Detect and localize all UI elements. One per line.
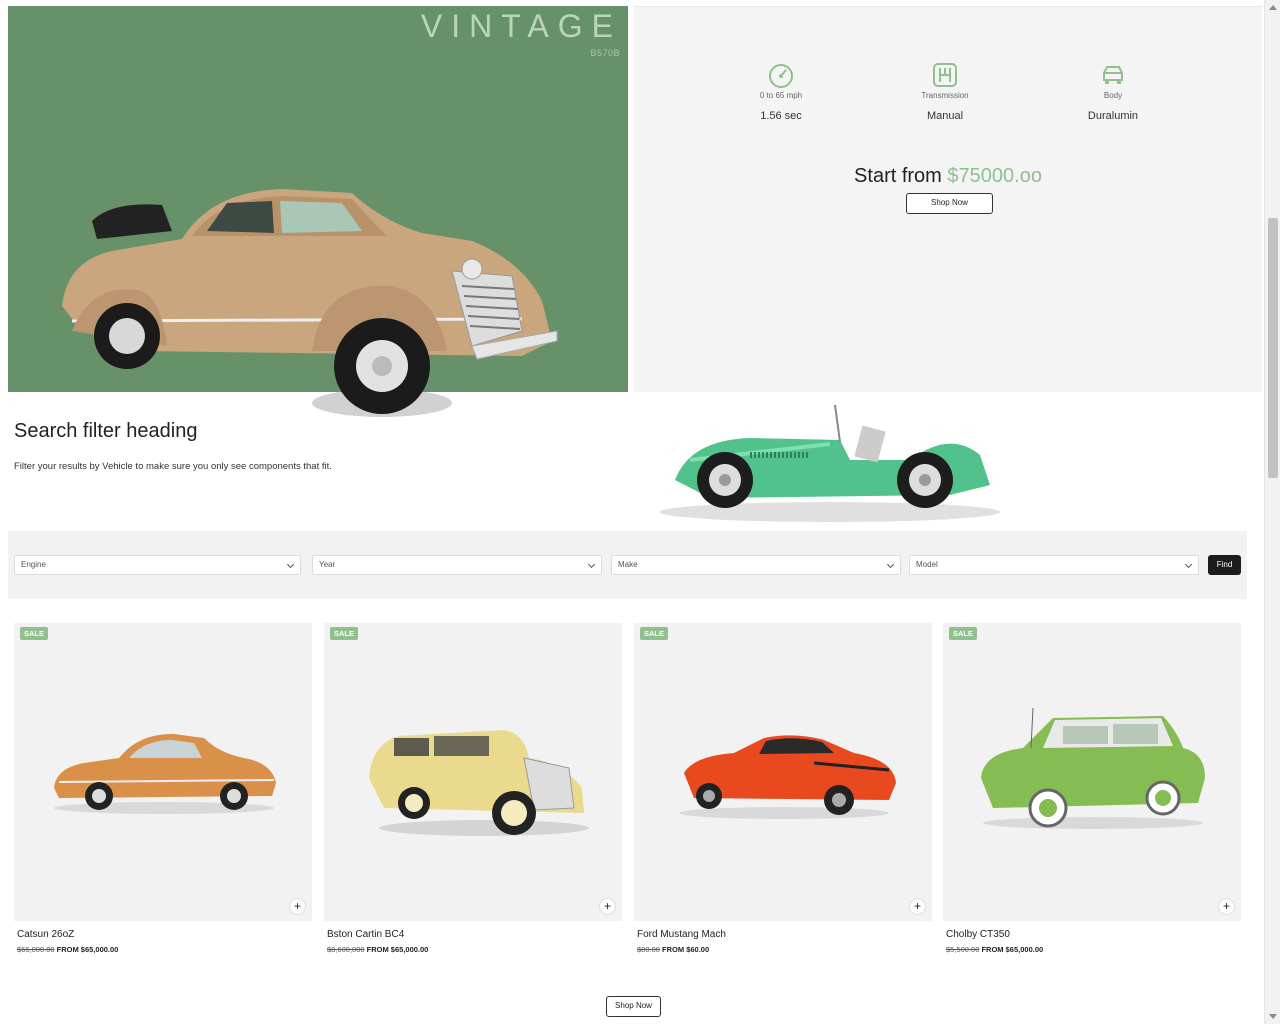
scroll-up-icon[interactable] bbox=[1269, 5, 1277, 10]
product-image[interactable]: SALE + bbox=[634, 623, 932, 921]
original-price: $5,500.00 bbox=[946, 945, 980, 954]
car-image bbox=[679, 735, 896, 819]
car-body-icon bbox=[1103, 66, 1123, 84]
car-image bbox=[369, 730, 589, 836]
make-select-value: Make bbox=[618, 560, 638, 569]
product-image[interactable]: SALE + bbox=[14, 623, 312, 921]
product-card[interactable]: SALE + Cholby CT350 $5,500.00 FROM $65,0… bbox=[943, 623, 1241, 954]
product-name[interactable]: Ford Mustang Mach bbox=[637, 929, 932, 940]
filter-heading: Search filter heading bbox=[14, 420, 198, 442]
product-price: $66,000.00 FROM $65,000.00 bbox=[17, 945, 312, 954]
product-card[interactable]: SALE + Bston Cartin BC4 $8,600,000 FROM … bbox=[324, 623, 622, 954]
product-price: $80.00 FROM $60.00 bbox=[637, 945, 932, 954]
sale-price: FROM $60.00 bbox=[662, 945, 710, 954]
price-amount: $75000.oo bbox=[947, 165, 1042, 187]
model-select[interactable]: Model bbox=[909, 555, 1199, 575]
page-scrollbar[interactable] bbox=[1264, 0, 1280, 1024]
spec-value: Manual bbox=[926, 110, 964, 122]
shop-now-button[interactable]: Shop Now bbox=[606, 996, 661, 1017]
sale-badge: SALE bbox=[20, 627, 49, 640]
spec-acceleration: 0 to 65 mph 1.56 sec bbox=[721, 61, 841, 122]
sale-badge: SALE bbox=[949, 627, 978, 640]
scrollbar-thumb[interactable] bbox=[1268, 218, 1278, 478]
spec-body: Body Duralumin bbox=[1053, 61, 1173, 122]
add-to-cart-button[interactable]: + bbox=[289, 898, 306, 915]
product-price: $8,600,000 FROM $65,000.00 bbox=[327, 945, 622, 954]
spec-transmission: Transmission Manual bbox=[885, 61, 1005, 122]
filter-description: Filter your results by Vehicle to make s… bbox=[14, 461, 332, 472]
original-price: $80.00 bbox=[637, 945, 660, 954]
spec-label: Body bbox=[1103, 91, 1123, 100]
sale-price: FROM $65,000.00 bbox=[981, 945, 1044, 954]
specs-panel: 0 to 65 mph 1.56 sec Transmission Manual… bbox=[634, 6, 1262, 392]
roadster-car-image bbox=[660, 404, 1000, 522]
original-price: $66,000.00 bbox=[17, 945, 55, 954]
year-select-value: Year bbox=[319, 560, 336, 569]
product-card[interactable]: SALE + Catsun 26oZ $66,000.00 FROM $65,0… bbox=[14, 623, 312, 954]
sale-price: FROM $65,000.00 bbox=[366, 945, 429, 954]
spec-label: Transmission bbox=[921, 91, 969, 100]
speedometer-icon bbox=[769, 64, 793, 88]
chevron-down-icon bbox=[286, 560, 295, 569]
engine-select-value: Engine bbox=[21, 560, 46, 569]
add-to-cart-button[interactable]: + bbox=[1218, 898, 1235, 915]
find-button[interactable]: Find bbox=[1208, 555, 1241, 575]
chevron-down-icon bbox=[587, 560, 596, 569]
make-select[interactable]: Make bbox=[611, 555, 901, 575]
hero-title: VINTAGE bbox=[420, 8, 622, 44]
gearshift-icon bbox=[933, 63, 957, 87]
hero-model-code: B570B bbox=[590, 48, 620, 58]
original-price: $8,600,000 bbox=[327, 945, 365, 954]
chevron-down-icon bbox=[1184, 560, 1193, 569]
product-name[interactable]: Catsun 26oZ bbox=[17, 929, 312, 940]
vehicle-filter-bar: Engine Year Make Model Find bbox=[8, 531, 1247, 599]
product-name[interactable]: Bston Cartin BC4 bbox=[327, 929, 622, 940]
starting-price: Start from $75000.oo bbox=[634, 165, 1262, 188]
car-image bbox=[981, 708, 1205, 829]
spec-value: 1.56 sec bbox=[760, 110, 802, 122]
chevron-down-icon bbox=[886, 560, 895, 569]
product-price: $5,500.00 FROM $65,000.00 bbox=[946, 945, 1241, 954]
sale-badge: SALE bbox=[640, 627, 669, 640]
sale-badge: SALE bbox=[330, 627, 359, 640]
year-select[interactable]: Year bbox=[312, 555, 602, 575]
vintage-car-image bbox=[62, 189, 558, 417]
engine-select[interactable]: Engine bbox=[14, 555, 301, 575]
scroll-down-icon[interactable] bbox=[1269, 1014, 1277, 1019]
product-card[interactable]: SALE + Ford Mustang Mach $80.00 FROM $60… bbox=[634, 623, 932, 954]
product-image[interactable]: SALE + bbox=[943, 623, 1241, 921]
product-image[interactable]: SALE + bbox=[324, 623, 622, 921]
spec-value: Duralumin bbox=[1087, 110, 1139, 122]
add-to-cart-button[interactable]: + bbox=[599, 898, 616, 915]
price-prefix: Start from bbox=[854, 165, 942, 187]
hero-shop-now-button[interactable]: Shop Now bbox=[906, 193, 993, 214]
hero-banner: VINTAGE B570B bbox=[8, 6, 628, 417]
product-name[interactable]: Cholby CT350 bbox=[946, 929, 1241, 940]
add-to-cart-button[interactable]: + bbox=[909, 898, 926, 915]
spec-label: 0 to 65 mph bbox=[759, 91, 803, 100]
car-image bbox=[54, 733, 276, 814]
model-select-value: Model bbox=[916, 560, 938, 569]
sale-price: FROM $65,000.00 bbox=[56, 945, 119, 954]
